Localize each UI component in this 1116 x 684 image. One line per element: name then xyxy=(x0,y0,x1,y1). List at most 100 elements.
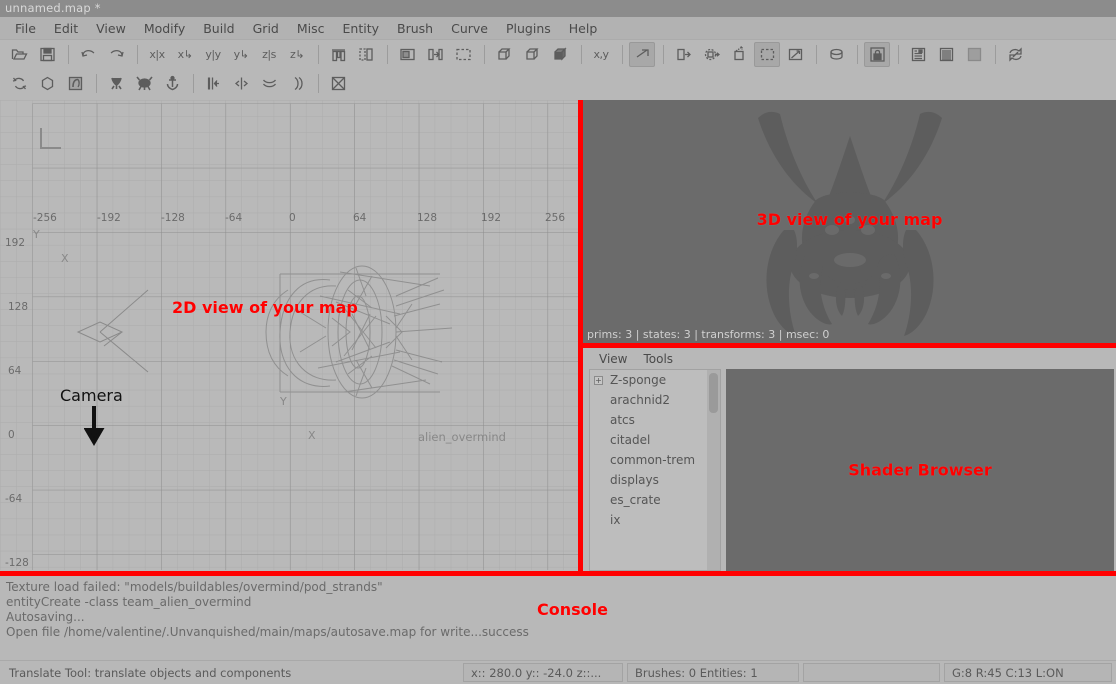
rotate-y-icon: y↳ xyxy=(234,48,249,61)
select-partial-button[interactable] xyxy=(422,42,448,67)
refresh-arrows-icon xyxy=(1007,46,1024,63)
right-column: 3D view of your map prims: 3 | states: 3… xyxy=(583,100,1116,571)
shader-tree-item[interactable]: arachnid2 xyxy=(590,390,707,410)
shader-preview-area[interactable]: Shader Browser xyxy=(726,369,1114,571)
select-inside-button[interactable] xyxy=(394,42,420,67)
menu-view[interactable]: View xyxy=(87,19,135,38)
shader-tree-list[interactable]: +Z-sponge arachnid2 atcs citadelcommon-trem… xyxy=(589,369,707,571)
toolbar-separator xyxy=(857,45,858,64)
patch-sphere-button[interactable] xyxy=(34,71,60,96)
expander-plus-icon[interactable]: + xyxy=(594,376,603,385)
patch-endcap-button[interactable] xyxy=(284,71,310,96)
shader-tree-item-label: atcs xyxy=(610,413,635,427)
model-anchor-button[interactable] xyxy=(159,71,185,96)
shader-tree-item-label: ix xyxy=(610,513,620,527)
toolbar-row-secondary xyxy=(0,69,1116,98)
bend-patch-button[interactable] xyxy=(62,71,88,96)
view-2d-xy[interactable]: -256 -192 -128 -64 0 64 128 192 256 192 … xyxy=(0,100,578,571)
patch-bevel-button[interactable] xyxy=(823,42,849,67)
csg-merge-button[interactable] xyxy=(519,42,545,67)
texture-lock-axes-button[interactable]: x,y xyxy=(588,42,614,67)
menu-file[interactable]: File xyxy=(6,19,45,38)
flip-x-button[interactable]: x|x xyxy=(144,42,170,67)
rotate-z-button[interactable]: z↳ xyxy=(284,42,310,67)
patch-invert-button[interactable] xyxy=(228,71,254,96)
shader-tree-item-label: arachnid2 xyxy=(610,393,670,407)
menu-entity[interactable]: Entity xyxy=(334,19,389,38)
drag-tool-button[interactable] xyxy=(754,42,780,67)
menu-plugins[interactable]: Plugins xyxy=(497,19,560,38)
menu-grid[interactable]: Grid xyxy=(244,19,288,38)
entity-inspector-button[interactable] xyxy=(905,42,931,67)
patch-matrix-button[interactable] xyxy=(325,71,351,96)
save-file-button[interactable] xyxy=(34,42,60,67)
clipper-tool-button[interactable] xyxy=(629,42,655,67)
csg-subtract-button[interactable] xyxy=(491,42,517,67)
cube-wire-icon xyxy=(496,46,513,63)
shader-tree-item[interactable]: citadel xyxy=(590,430,707,450)
shader-tree-item[interactable]: displays xyxy=(590,470,707,490)
shader-tree-item[interactable]: es_crate xyxy=(590,490,707,510)
camera-annotation: Camera xyxy=(60,386,123,405)
flip-y-button[interactable]: y|y xyxy=(200,42,226,67)
patch-cap-button[interactable] xyxy=(200,71,226,96)
patch-endcap-icon xyxy=(289,75,306,92)
folder-open-icon xyxy=(11,46,28,63)
shader-menu-view[interactable]: View xyxy=(591,351,635,367)
rotate-x-button[interactable]: x↳ xyxy=(172,42,198,67)
reload-shaders-button[interactable] xyxy=(6,71,32,96)
view-3d-annotation: 3D view of your map xyxy=(757,210,943,229)
complete-tall-button[interactable] xyxy=(325,42,351,67)
select-area-button[interactable] xyxy=(450,42,476,67)
csg-hollow-button[interactable] xyxy=(547,42,573,67)
refresh-button[interactable] xyxy=(1002,42,1028,67)
entity-axis-x-label: X xyxy=(308,429,316,442)
menu-build[interactable]: Build xyxy=(194,19,243,38)
console-panel-button[interactable] xyxy=(933,42,959,67)
shader-tree-item[interactable]: +Z-sponge xyxy=(590,370,707,390)
menu-modify[interactable]: Modify xyxy=(135,19,194,38)
menu-misc[interactable]: Misc xyxy=(288,19,334,38)
shader-browser-annotation: Shader Browser xyxy=(848,461,992,480)
select-touching-button[interactable] xyxy=(353,42,379,67)
console-panel[interactable]: Texture load failed: "models/buildables/… xyxy=(0,576,1116,660)
model-small-button[interactable] xyxy=(103,71,129,96)
scrollbar-thumb[interactable] xyxy=(709,373,718,413)
translate-icon xyxy=(675,46,692,63)
shader-tree-scrollbar[interactable] xyxy=(707,369,721,571)
flip-y-icon: y|y xyxy=(205,48,220,61)
texture-browser-button[interactable] xyxy=(961,42,987,67)
ruler-v-label: 128 xyxy=(8,301,28,313)
shader-tree-item[interactable]: ix xyxy=(590,510,707,530)
flip-z-button[interactable]: z|s xyxy=(256,42,282,67)
resize-tool-button[interactable] xyxy=(782,42,808,67)
model-medium-button[interactable] xyxy=(131,71,157,96)
ruler-h-label: -256 xyxy=(33,212,57,224)
status-counts: Brushes: 0 Entities: 1 xyxy=(627,663,799,682)
patch-bevel2-button[interactable] xyxy=(256,71,282,96)
status-coordinates: x:: 280.0 y:: -24.0 z::... xyxy=(463,663,623,682)
texture-lock-button[interactable] xyxy=(864,42,890,67)
open-file-button[interactable] xyxy=(6,42,32,67)
rotate-tool-button[interactable] xyxy=(698,42,724,67)
undo-button[interactable] xyxy=(75,42,101,67)
translate-tool-button[interactable] xyxy=(670,42,696,67)
shader-tree-item[interactable]: common-trem xyxy=(590,450,707,470)
shader-browser-panel: ViewTools +Z-sponge arachnid2 atcs citadelc… xyxy=(583,348,1116,571)
menu-edit[interactable]: Edit xyxy=(45,19,87,38)
view-3d-camera[interactable]: 3D view of your map prims: 3 | states: 3… xyxy=(583,100,1116,343)
toolbar-separator xyxy=(622,45,623,64)
radiant-main-window: unnamed.map * FileEditViewModifyBuildGri… xyxy=(0,0,1116,684)
flip-z-icon: z|s xyxy=(262,48,276,61)
axis-x-label: X xyxy=(61,252,69,265)
menu-help[interactable]: Help xyxy=(560,19,607,38)
menu-brush[interactable]: Brush xyxy=(388,19,442,38)
ruler-h-label: -64 xyxy=(225,212,242,224)
scale-tool-button[interactable] xyxy=(726,42,752,67)
shader-tree-item[interactable]: atcs xyxy=(590,410,707,430)
rotate-y-button[interactable]: y↳ xyxy=(228,42,254,67)
menu-curve[interactable]: Curve xyxy=(442,19,497,38)
redo-button[interactable] xyxy=(103,42,129,67)
grid-canvas xyxy=(0,100,578,570)
shader-menu-tools[interactable]: Tools xyxy=(635,351,681,367)
